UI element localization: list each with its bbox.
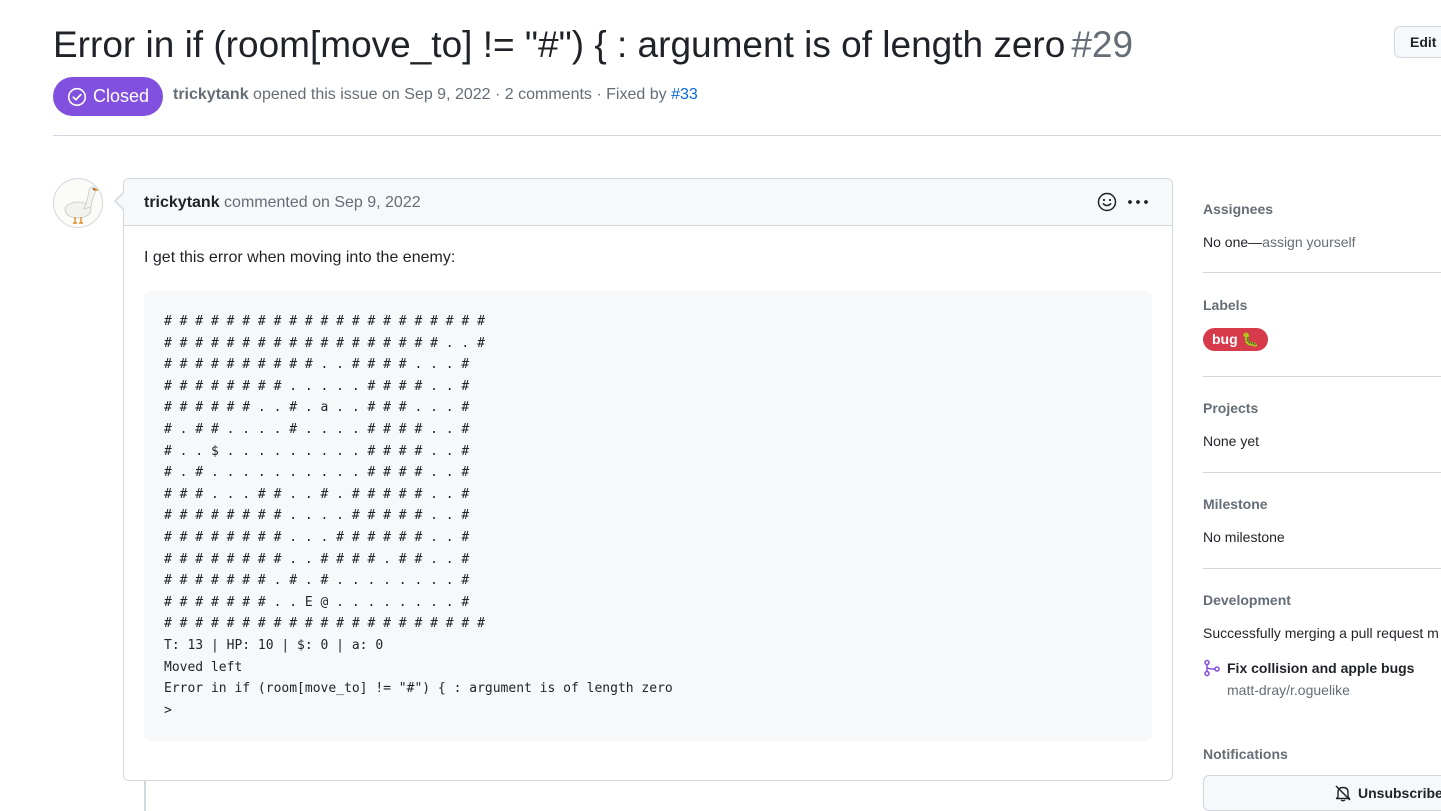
git-pull-request-icon	[1204, 659, 1220, 677]
goose-avatar-image	[63, 186, 100, 224]
kebab-horizontal-icon[interactable]	[1126, 191, 1150, 213]
comment-body-text: I get this error when moving into the en…	[144, 249, 456, 266]
unsubscribe-label: Unsubscribe	[1358, 785, 1441, 801]
milestone-heading[interactable]: Milestone	[1203, 496, 1268, 512]
bell-slash-icon	[1335, 785, 1351, 802]
projects-heading[interactable]: Projects	[1203, 400, 1258, 416]
header-divider	[53, 135, 1441, 136]
label-bug-text: bug 🐛	[1212, 331, 1259, 347]
labels-heading[interactable]: Labels	[1203, 297, 1247, 313]
development-text: Successfully merging a pull request m	[1203, 625, 1439, 641]
sidebar-divider	[1203, 472, 1441, 473]
timeline-line	[144, 781, 146, 811]
issue-title: Error in if (room[move_to] != "#") { : a…	[53, 22, 1133, 68]
check-circle-icon	[67, 87, 87, 106]
comment-header: trickytank commented on Sep 9, 2022	[124, 179, 1172, 226]
comment-box: trickytank commented on Sep 9, 2022 I ge…	[123, 178, 1173, 781]
issue-meta-text: opened this issue on Sep 9, 2022 · 2 com…	[253, 86, 667, 103]
issue-title-text: Error in if (room[move_to] != "#") { : a…	[53, 24, 1066, 65]
fixed-by-link[interactable]: #33	[671, 86, 698, 103]
projects-value: None yet	[1203, 433, 1260, 449]
assignees-none: No one—	[1203, 234, 1263, 250]
pr-repo: matt-dray/r.oguelike	[1227, 682, 1350, 698]
development-heading[interactable]: Development	[1203, 592, 1291, 608]
avatar[interactable]	[53, 178, 103, 228]
sidebar-divider	[1203, 568, 1441, 569]
milestone-value: No milestone	[1203, 529, 1285, 545]
code-block: # # # # # # # # # # # # # # # # # # # # …	[144, 291, 1152, 741]
linked-pull-request[interactable]: Fix collision and apple bugs	[1203, 659, 1414, 677]
issue-meta: trickytank opened this issue on Sep 9, 2…	[173, 86, 698, 104]
notifications-heading: Notifications	[1203, 746, 1288, 762]
label-bug[interactable]: bug 🐛	[1203, 328, 1268, 351]
issue-author-link[interactable]: trickytank	[173, 86, 249, 103]
comment-author-link[interactable]: trickytank	[144, 194, 220, 211]
edit-button[interactable]: Edit	[1394, 26, 1441, 58]
smiley-icon[interactable]	[1096, 191, 1118, 213]
sidebar-divider	[1203, 272, 1441, 273]
comment-timestamp[interactable]: commented on Sep 9, 2022	[224, 194, 421, 211]
issue-state-label: Closed	[92, 86, 150, 106]
pr-title[interactable]: Fix collision and apple bugs	[1227, 660, 1414, 676]
assignees-value: No one—assign yourself	[1203, 234, 1356, 250]
comment-caret-fill	[116, 193, 124, 209]
assign-yourself-link[interactable]: assign yourself	[1262, 234, 1355, 250]
comment-author-line: trickytank commented on Sep 9, 2022	[144, 194, 421, 212]
issue-state-badge: Closed	[53, 77, 163, 116]
sidebar-divider	[1203, 376, 1441, 377]
code-content: # # # # # # # # # # # # # # # # # # # # …	[164, 314, 673, 718]
assignees-heading[interactable]: Assignees	[1203, 201, 1273, 217]
issue-number: #29	[1071, 24, 1134, 65]
